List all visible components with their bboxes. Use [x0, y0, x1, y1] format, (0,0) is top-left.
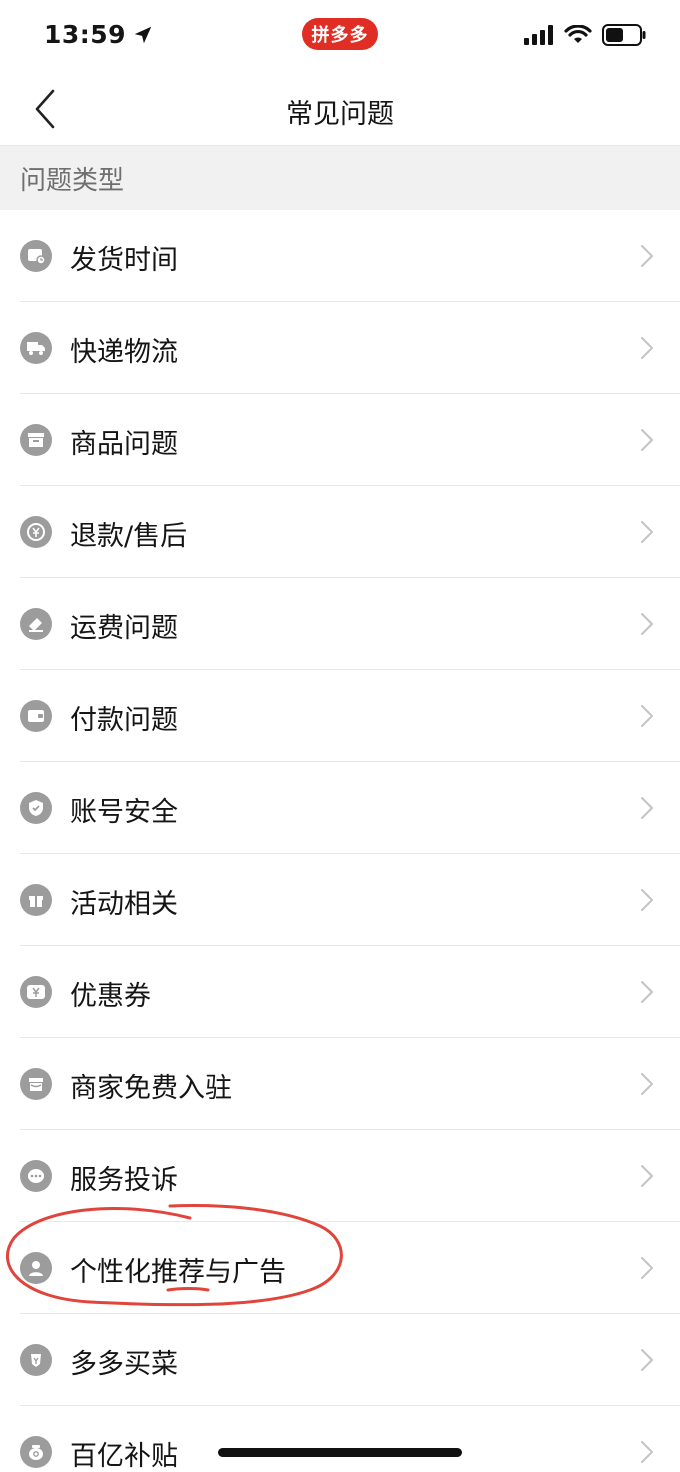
faq-item-shipping-time[interactable]: 发货时间	[0, 210, 680, 302]
faq-item-shipping-fee[interactable]: 运费问题	[0, 578, 680, 670]
item-label: 发货时间	[70, 245, 178, 276]
item-label: 百亿补贴	[70, 1441, 178, 1472]
chevron-right-icon	[641, 337, 653, 359]
chevron-right-icon	[641, 981, 653, 1003]
nav-bar: 常见问题	[0, 72, 680, 146]
chevron-right-icon	[641, 429, 653, 451]
item-label: 多多买菜	[70, 1349, 178, 1380]
faq-item-service-complaint[interactable]: 服务投诉	[0, 1130, 680, 1222]
chevron-right-icon	[641, 705, 653, 727]
chat-bubble-icon	[20, 1160, 52, 1192]
faq-item-activities[interactable]: 活动相关	[0, 854, 680, 946]
chevron-right-icon	[641, 1073, 653, 1095]
shipping-fee-icon	[20, 608, 52, 640]
gift-icon	[20, 884, 52, 916]
faq-item-personalized-ads[interactable]: 个性化推荐与广告	[0, 1222, 680, 1314]
section-title: 问题类型	[20, 165, 125, 196]
faq-item-account-security[interactable]: 账号安全	[0, 762, 680, 854]
item-label: 运费问题	[70, 613, 178, 644]
faq-item-refund-aftersales[interactable]: 退款/售后	[0, 486, 680, 578]
item-label: 活动相关	[70, 889, 178, 920]
battery-icon	[602, 24, 646, 46]
faq-category-list: 发货时间 快递物流 商品问题 退款/售后 运费问题 付款问题 账号安全 活动相关…	[0, 210, 680, 1472]
item-label: 退款/售后	[70, 521, 188, 552]
home-indicator[interactable]	[218, 1448, 462, 1457]
user-icon	[20, 1252, 52, 1284]
item-label: 个性化推荐与广告	[70, 1257, 286, 1288]
item-label: 商家免费入驻	[70, 1073, 232, 1104]
truck-icon	[20, 332, 52, 364]
chevron-right-icon	[641, 1165, 653, 1187]
chevron-right-icon	[641, 1257, 653, 1279]
wallet-icon	[20, 700, 52, 732]
faq-item-product-issue[interactable]: 商品问题	[0, 394, 680, 486]
chevron-right-icon	[641, 613, 653, 635]
faq-item-express-logistics[interactable]: 快递物流	[0, 302, 680, 394]
vegetable-icon	[20, 1344, 52, 1376]
chevron-right-icon	[641, 245, 653, 267]
faq-item-duoduo-grocery[interactable]: 多多买菜	[0, 1314, 680, 1406]
wifi-icon	[564, 25, 592, 43]
item-label: 付款问题	[70, 705, 178, 736]
location-arrow-icon	[134, 26, 152, 43]
page-title: 常见问题	[286, 99, 394, 130]
shield-icon	[20, 792, 52, 824]
item-label: 商品问题	[70, 429, 178, 460]
cellular-signal-icon	[524, 25, 553, 45]
chevron-right-icon	[641, 1349, 653, 1371]
item-label: 快递物流	[70, 337, 178, 368]
faq-item-merchant-join[interactable]: 商家免费入驻	[0, 1038, 680, 1130]
app-badge[interactable]: 拼多多	[302, 18, 378, 50]
refund-icon	[20, 516, 52, 548]
status-bar: 13:59 拼多多	[0, 0, 680, 72]
status-indicators	[524, 24, 646, 46]
chevron-right-icon	[641, 797, 653, 819]
status-time: 13:59	[44, 20, 154, 49]
coupon-icon	[20, 976, 52, 1008]
item-label: 服务投诉	[70, 1165, 178, 1196]
subsidy-bag-icon	[20, 1436, 52, 1468]
faq-item-coupon[interactable]: 优惠券	[0, 946, 680, 1038]
box-icon	[20, 424, 52, 456]
item-label: 账号安全	[70, 797, 178, 828]
calendar-clock-icon	[20, 240, 52, 272]
section-header: 问题类型	[0, 146, 680, 210]
item-label: 优惠券	[70, 981, 151, 1012]
chevron-right-icon	[641, 889, 653, 911]
faq-item-billion-subsidy[interactable]: 百亿补贴	[0, 1406, 680, 1472]
store-icon	[20, 1068, 52, 1100]
chevron-right-icon	[641, 1441, 653, 1463]
chevron-right-icon	[641, 521, 653, 543]
faq-item-payment-issue[interactable]: 付款问题	[0, 670, 680, 762]
